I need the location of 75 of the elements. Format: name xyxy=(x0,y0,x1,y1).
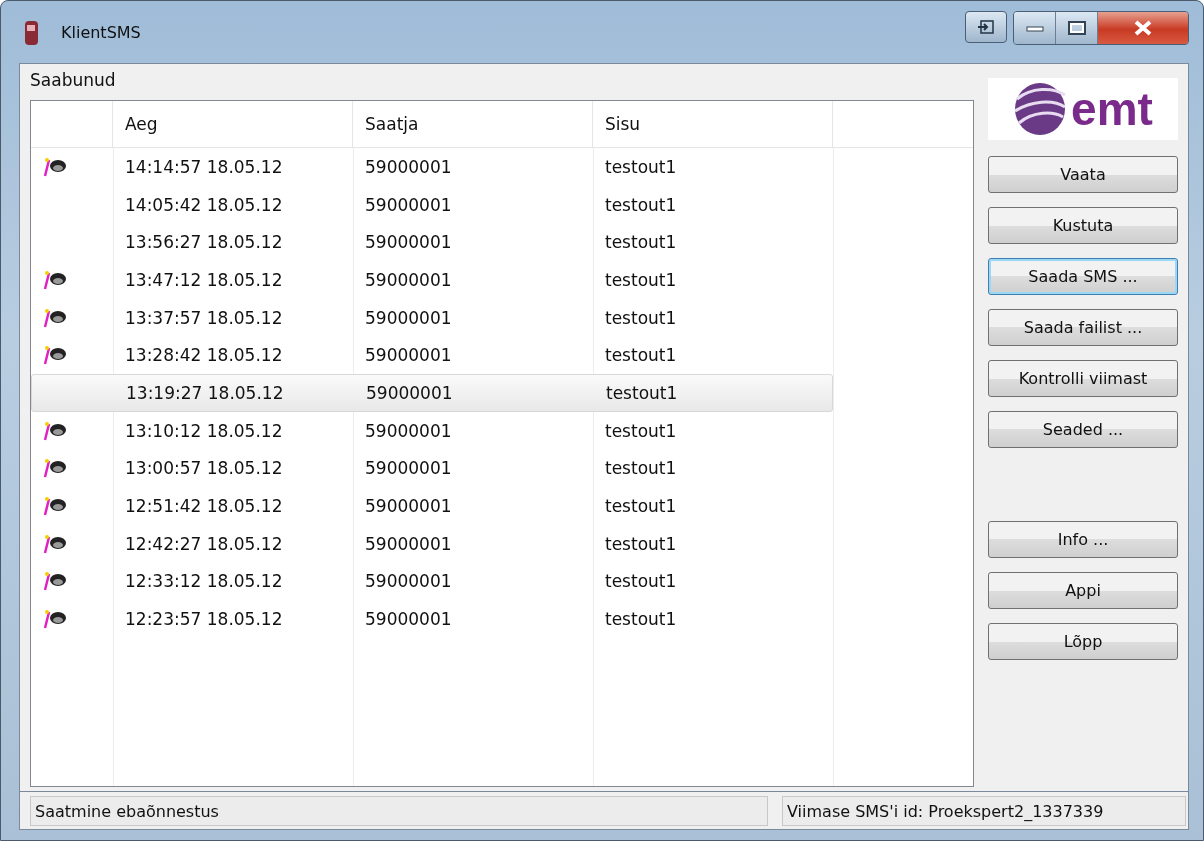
table-cell-text: 59000001 xyxy=(364,232,453,253)
table-cell-text: 13:10:12 18.05.12 xyxy=(124,420,284,441)
action-button[interactable]: Kontrolli viimast xyxy=(988,360,1178,397)
action-button[interactable]: Saada SMS ... xyxy=(988,258,1178,295)
table-cell-text: testout1 xyxy=(604,496,678,517)
logo-text: emt xyxy=(1071,82,1153,136)
table-cell-text: testout1 xyxy=(604,269,678,290)
table-cell-text: testout1 xyxy=(604,571,678,592)
table-cell-text: 59000001 xyxy=(364,156,453,177)
table-cell-text: 13:56:27 18.05.12 xyxy=(124,232,284,253)
list-row[interactable]: 12:23:57 18.05.12 59000001 testout1 xyxy=(31,600,833,638)
table-cell-text: testout1 xyxy=(604,533,678,554)
table-cell-text: testout1 xyxy=(604,307,678,328)
minimize-button[interactable] xyxy=(1014,12,1056,44)
action-button[interactable]: Lõpp xyxy=(988,623,1178,660)
table-cell-text: testout1 xyxy=(604,609,678,630)
table-cell-text: testout1 xyxy=(605,382,679,403)
list-label: Saabunud xyxy=(30,70,117,90)
list-row[interactable]: 13:00:57 18.05.12 59000001 testout1 xyxy=(31,449,833,488)
table-cell-text: testout1 xyxy=(604,420,678,441)
list-row[interactable]: 13:47:12 18.05.12 59000001 testout1 xyxy=(31,261,833,299)
table-cell-text: testout1 xyxy=(604,345,678,366)
status-last-id: Viimase SMS'i id: Proekspert2_1337339 xyxy=(782,796,1186,826)
table-cell-text: 12:33:12 18.05.12 xyxy=(124,571,284,592)
list-row[interactable]: 13:37:57 18.05.12 59000001 testout1 xyxy=(31,298,833,337)
status-message: Saatmine ebaõnnestus xyxy=(30,796,768,826)
table-cell-text: 14:05:42 18.05.12 xyxy=(124,194,284,215)
action-button[interactable]: Appi xyxy=(988,572,1178,609)
globe-icon xyxy=(1013,81,1068,137)
phone-icon xyxy=(23,19,41,47)
list-row[interactable]: 13:10:12 18.05.12 59000001 testout1 xyxy=(31,411,833,450)
table-cell-text: testout1 xyxy=(604,458,678,479)
action-button[interactable]: Vaata xyxy=(988,156,1178,193)
minimize-icon xyxy=(1025,24,1044,32)
table-cell-text: 59000001 xyxy=(364,345,453,366)
table-cell-text: 59000001 xyxy=(364,609,453,630)
table-cell-text: 59000001 xyxy=(364,307,453,328)
window-title: KlientSMS xyxy=(61,23,141,42)
table-cell-text: 13:19:27 18.05.12 xyxy=(125,382,285,403)
action-button[interactable]: Saada failist ... xyxy=(988,309,1178,346)
table-cell-text: 12:23:57 18.05.12 xyxy=(124,609,284,630)
table-cell-text: 12:42:27 18.05.12 xyxy=(124,533,284,554)
table-cell-text: 59000001 xyxy=(364,420,453,441)
table-cell-text: 59000001 xyxy=(364,269,453,290)
table-cell-text: 59000001 xyxy=(364,458,453,479)
list-row[interactable]: 12:42:27 18.05.12 59000001 testout1 xyxy=(31,524,833,563)
list-row[interactable]: 13:28:42 18.05.12 59000001 testout1 xyxy=(31,336,833,375)
list-row[interactable]: 12:51:42 18.05.12 59000001 testout1 xyxy=(31,487,833,525)
table-cell-text: 13:37:57 18.05.12 xyxy=(124,307,284,328)
action-button[interactable]: Info ... xyxy=(988,521,1178,558)
selected-row[interactable]: 13:19:27 18.05.12 59000001 testout1 xyxy=(31,374,833,412)
maximize-icon xyxy=(1067,21,1086,35)
table-cell-text: 13:47:12 18.05.12 xyxy=(124,269,284,290)
table-cell-text: 13:00:57 18.05.12 xyxy=(124,458,284,479)
list-row[interactable]: 13:56:27 18.05.12 59000001 testout1 xyxy=(31,223,833,262)
action-button[interactable]: Kustuta xyxy=(988,207,1178,244)
close-button[interactable] xyxy=(1098,12,1188,44)
table-cell-text: 59000001 xyxy=(364,571,453,592)
table-cell-text: 12:51:42 18.05.12 xyxy=(124,496,284,517)
table-cell-text: 59000001 xyxy=(365,382,454,403)
close-icon xyxy=(1134,20,1152,36)
table-cell-text: testout1 xyxy=(604,156,678,177)
table-cell-text: 59000001 xyxy=(364,496,453,517)
table-cell-text: 59000001 xyxy=(364,533,453,554)
table-cell-text: testout1 xyxy=(604,194,678,215)
table-cell-text: 59000001 xyxy=(364,194,453,215)
list-row[interactable]: 14:05:42 18.05.12 59000001 testout1 xyxy=(31,185,833,224)
table-cell-text: 13:28:42 18.05.12 xyxy=(124,345,284,366)
switch-icon[interactable] xyxy=(965,11,1007,43)
list-row[interactable]: 12:33:12 18.05.12 59000001 testout1 xyxy=(31,562,833,601)
list-row[interactable]: 14:14:57 18.05.12 59000001 testout1 xyxy=(31,148,833,186)
table-cell-text: 14:14:57 18.05.12 xyxy=(124,156,284,177)
maximize-button[interactable] xyxy=(1056,12,1098,44)
action-button[interactable]: Seaded ... xyxy=(988,411,1178,448)
table-cell-text: testout1 xyxy=(604,232,678,253)
